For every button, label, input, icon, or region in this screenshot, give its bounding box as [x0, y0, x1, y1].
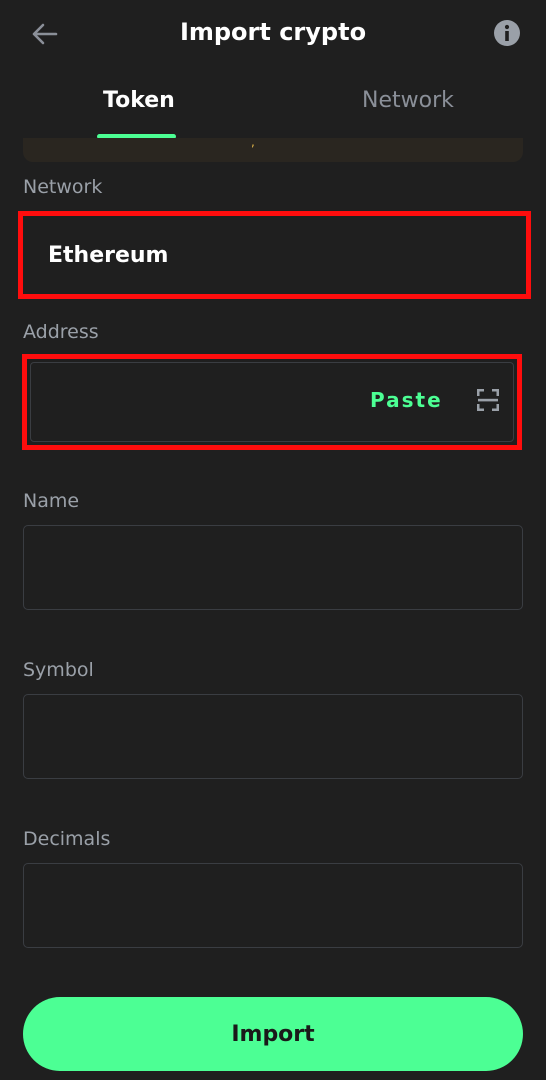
name-field[interactable]: [23, 525, 523, 610]
network-label: Network: [23, 176, 103, 198]
info-button[interactable]: [492, 18, 522, 48]
import-button[interactable]: Import: [23, 997, 523, 1071]
symbol-label: Symbol: [23, 659, 94, 681]
network-value: Ethereum: [48, 242, 169, 268]
name-label: Name: [23, 490, 80, 512]
address-input[interactable]: [47, 379, 347, 419]
address-label: Address: [23, 321, 99, 343]
name-input[interactable]: [40, 548, 500, 588]
decimals-field[interactable]: [23, 863, 523, 948]
scan-icon[interactable]: [477, 389, 499, 411]
notice-banner-remnant: ,: [251, 135, 255, 149]
tab-network[interactable]: Network: [362, 88, 454, 113]
import-button-label: Import: [231, 1021, 315, 1047]
decimals-input[interactable]: [40, 886, 500, 926]
decimals-label: Decimals: [23, 828, 111, 850]
address-field[interactable]: Paste: [22, 354, 522, 450]
info-icon: [494, 20, 520, 46]
notice-banner: ,: [23, 135, 523, 162]
page-title: Import crypto: [179, 18, 367, 46]
tab-token[interactable]: Token: [103, 88, 175, 113]
network-select[interactable]: Ethereum: [18, 211, 531, 299]
symbol-field[interactable]: [23, 694, 523, 779]
paste-button[interactable]: Paste: [370, 388, 443, 412]
symbol-input[interactable]: [40, 717, 500, 757]
header: Import crypto: [0, 0, 546, 70]
tab-bar: Token Network: [0, 78, 546, 139]
